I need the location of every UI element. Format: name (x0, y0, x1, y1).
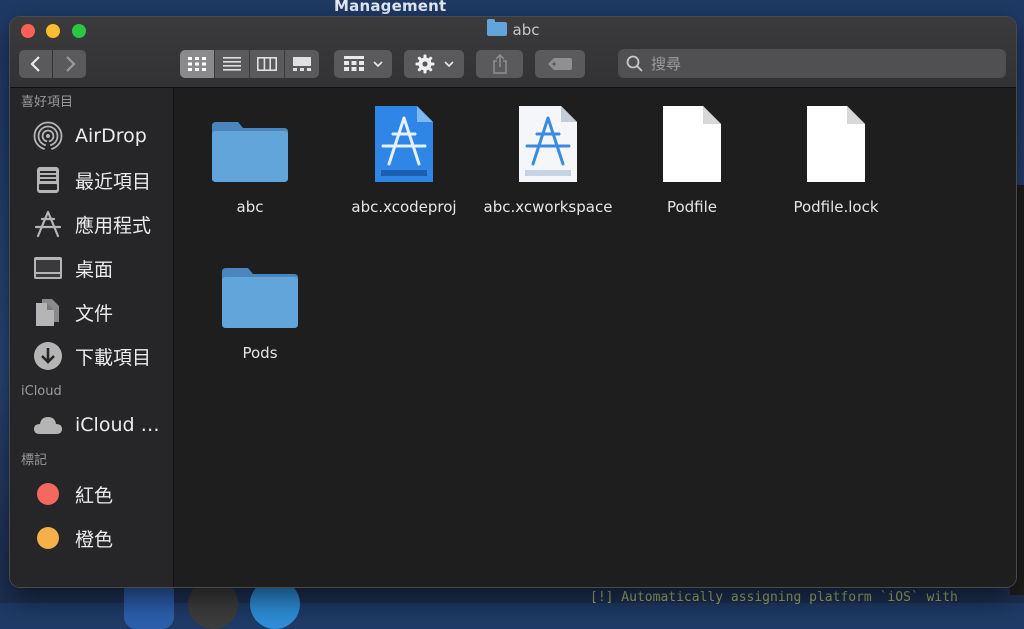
file-item[interactable]: Podfile (620, 100, 764, 216)
chevron-down-icon (443, 61, 454, 67)
view-mode-control (180, 50, 319, 78)
sidebar-item-icloud-drive[interactable]: iCloud … (10, 403, 173, 447)
sidebar-item-label: 橙色 (75, 528, 114, 551)
search-input[interactable] (649, 53, 983, 74)
recents-icon (32, 164, 64, 196)
gallery-icon (293, 57, 311, 71)
search-icon (626, 55, 643, 72)
action-menu-button[interactable] (404, 50, 464, 78)
file-name: abc.xcodeproj (351, 198, 457, 216)
document-icon (764, 100, 908, 184)
icon-view-button[interactable] (180, 50, 214, 78)
share-button[interactable] (476, 50, 523, 78)
grid-icon (188, 57, 206, 71)
xcodeproj-icon (332, 100, 476, 184)
sidebar-item-desktop[interactable]: 桌面 (10, 246, 173, 290)
file-name: Podfile.lock (793, 198, 879, 216)
cloud-icon (32, 409, 64, 441)
sidebar-item-label: 桌面 (75, 258, 114, 281)
file-name: abc (236, 198, 264, 216)
red-tag-dot-icon (37, 483, 59, 505)
gallery-view-button[interactable] (284, 50, 319, 78)
sidebar: 喜好項目 AirDrop 最近項目 應用程式 桌面 文件 下載項目 iCloud… (10, 88, 174, 587)
group-by-button[interactable] (334, 50, 392, 78)
window-title: abc (10, 19, 1016, 39)
sidebar-item-label: 紅色 (75, 484, 114, 507)
file-browser-content: abc abc.xcodeproj abc.xcworkspace Podfil… (174, 88, 1016, 587)
file-item[interactable]: abc.xcodeproj (332, 100, 476, 216)
finder-window: abc 搜尋 喜好項目 AirDrop 最近項目 應用程式 桌面 文件 下載項目… (10, 17, 1016, 587)
sidebar-section-favorites: 喜好項目 (21, 95, 74, 110)
documents-icon (32, 296, 64, 328)
share-icon (492, 54, 507, 74)
sidebar-item-recents[interactable]: 最近項目 (10, 158, 173, 202)
orange-tag-dot-icon (37, 527, 59, 549)
column-view-button[interactable] (249, 50, 284, 78)
file-item[interactable]: Pods (188, 246, 332, 362)
chevron-down-icon (372, 61, 383, 67)
sidebar-item-tag-red[interactable]: 紅色 (10, 472, 173, 516)
sidebar-item-label: 最近項目 (75, 170, 152, 193)
sidebar-item-label: 應用程式 (75, 214, 152, 237)
chevron-right-icon (65, 56, 76, 72)
desktop-menubar-title: Management (334, 0, 447, 15)
file-name: Pods (242, 344, 278, 362)
sidebar-item-label: AirDrop (75, 125, 147, 147)
sidebar-section-icloud: iCloud (21, 384, 62, 399)
search-field[interactable] (618, 49, 1006, 78)
sidebar-item-label: iCloud … (75, 414, 160, 436)
back-button[interactable] (19, 50, 52, 78)
file-item[interactable]: Podfile.lock (764, 100, 908, 216)
tag-button[interactable] (535, 50, 585, 78)
chevron-left-icon (29, 56, 40, 72)
airdrop-icon (32, 120, 64, 152)
document-icon (620, 100, 764, 184)
sidebar-section-tags: 標記 (21, 453, 48, 468)
forward-button[interactable] (53, 50, 86, 78)
file-item[interactable]: abc.xcworkspace (476, 100, 620, 216)
list-icon (223, 57, 241, 71)
sidebar-item-tag-orange[interactable]: 橙色 (10, 516, 173, 560)
downloads-icon (32, 340, 64, 372)
file-name: Podfile (666, 198, 718, 216)
window-title-text: abc (512, 21, 540, 39)
columns-icon (257, 57, 277, 71)
grouping-icon (343, 56, 364, 71)
file-item[interactable]: abc (178, 100, 322, 216)
folder-icon (188, 246, 332, 330)
sidebar-item-downloads[interactable]: 下載項目 (10, 334, 173, 378)
sidebar-item-airdrop[interactable]: AirDrop (10, 114, 173, 158)
folder-icon (486, 19, 507, 36)
gear-icon (415, 54, 434, 74)
sidebar-item-label: 文件 (75, 302, 114, 325)
window-toolbar: abc (10, 17, 1016, 88)
sidebar-item-label: 下載項目 (75, 346, 152, 369)
xcworkspace-icon (476, 100, 620, 184)
sidebar-item-applications[interactable]: 應用程式 (10, 202, 173, 246)
list-view-button[interactable] (214, 50, 249, 78)
file-name: abc.xcworkspace (483, 198, 613, 216)
sidebar-item-documents[interactable]: 文件 (10, 290, 173, 334)
folder-icon (178, 100, 322, 184)
tag-icon (548, 58, 572, 70)
applications-icon (32, 208, 64, 240)
desktop-icon (32, 252, 64, 284)
